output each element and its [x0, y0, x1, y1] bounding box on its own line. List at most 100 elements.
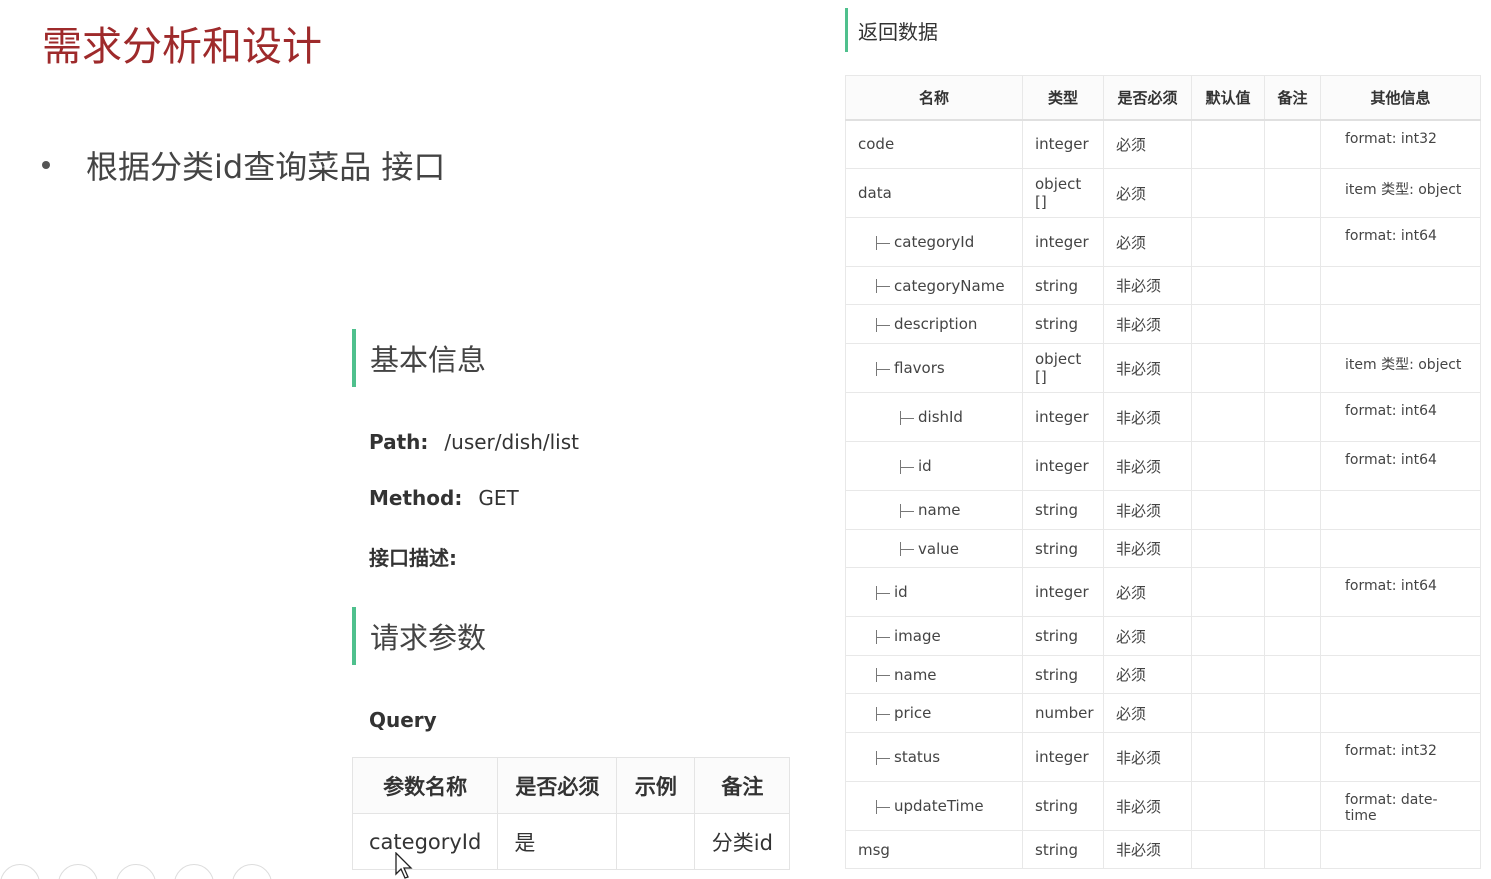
ret-cell-other	[1320, 655, 1481, 694]
ret-required-text: 非必须	[1116, 797, 1162, 816]
ret-cell-note	[1264, 567, 1321, 617]
ret-cell-other	[1320, 529, 1481, 568]
ret-other-text: item 类型: object	[1345, 357, 1462, 373]
ret-cell-default	[1191, 567, 1265, 617]
ret-col-name: 名称	[845, 75, 1023, 121]
ret-other-text: format: int32	[1345, 130, 1437, 147]
tree-branch-icon	[876, 279, 890, 293]
ret-required-text: 必须	[1116, 583, 1147, 602]
ret-other-text: item 类型: object	[1345, 182, 1462, 198]
table-row: categoryId integer 必须 format: int64	[845, 217, 1481, 267]
ret-cell-required: 非必须	[1103, 392, 1192, 442]
ret-cell-other: format: int64	[1320, 217, 1481, 267]
ret-col-default: 默认值	[1191, 75, 1265, 121]
table-row: data object [] 必须 item 类型: object	[845, 168, 1481, 218]
tree-branch-icon	[876, 629, 890, 644]
ret-cell-required: 非必须	[1103, 304, 1192, 344]
table-row: updateTime string 非必须 format: date-time	[845, 781, 1481, 831]
table-row: flavors object [] 非必须 item 类型: object	[845, 343, 1481, 393]
ret-cell-note	[1264, 392, 1321, 442]
ret-cell-name: flavors	[845, 343, 1023, 393]
ret-cell-other	[1320, 830, 1481, 869]
ret-col-type: 类型	[1022, 75, 1104, 121]
ret-cell-other: item 类型: object	[1320, 343, 1481, 393]
param-note: 分类id	[694, 813, 791, 870]
ret-cell-other	[1320, 304, 1481, 344]
ret-cell-type: string	[1022, 830, 1104, 869]
tree-branch-icon	[900, 542, 914, 556]
ret-cell-required: 必须	[1103, 693, 1192, 733]
ret-cell-note	[1264, 168, 1321, 218]
param-col-example: 示例	[616, 757, 696, 814]
ret-cell-type: string	[1022, 616, 1104, 656]
ret-cell-name: msg	[845, 830, 1023, 869]
ret-other-text: format: int64	[1345, 228, 1437, 244]
ret-cell-required: 非必须	[1103, 732, 1192, 782]
table-row: value string 非必须	[845, 529, 1481, 568]
desc-label: 接口描述:	[369, 546, 457, 570]
ret-type-text: number	[1035, 704, 1094, 722]
ret-cell-type: string	[1022, 655, 1104, 694]
path-label: Path:	[369, 430, 429, 454]
ret-cell-other: format: int32	[1320, 732, 1481, 782]
ret-cell-default	[1191, 441, 1265, 491]
ret-required-text: 非必须	[1116, 457, 1162, 476]
ret-type-text: integer	[1035, 233, 1089, 251]
method-value: GET	[478, 486, 519, 510]
ret-cell-required: 必须	[1103, 655, 1192, 694]
ret-cell-required: 非必须	[1103, 529, 1192, 568]
ret-other-text: format: int64	[1345, 452, 1437, 468]
ret-required-text: 必须	[1116, 627, 1147, 646]
method-line: Method: GET	[369, 486, 519, 510]
ret-cell-default	[1191, 168, 1265, 218]
ret-type-text: object []	[1035, 350, 1082, 386]
ret-required-text: 非必须	[1116, 277, 1162, 295]
ret-name-text: id	[894, 583, 908, 601]
ret-cell-other: format: int64	[1320, 441, 1481, 491]
ret-cell-required: 必须	[1103, 217, 1192, 267]
ret-name-text: status	[894, 748, 941, 766]
ret-other-text: format: int32	[1345, 743, 1437, 759]
ret-type-text: object []	[1035, 175, 1082, 211]
ret-cell-required: 非必须	[1103, 490, 1192, 530]
ret-name-text: price	[894, 704, 932, 722]
ret-cell-required: 非必须	[1103, 343, 1192, 393]
ret-required-text: 非必须	[1116, 408, 1162, 427]
bullet-item: 根据分类id查询菜品 接口	[42, 142, 445, 188]
ret-cell-required: 非必须	[1103, 441, 1192, 491]
ret-cell-note	[1264, 119, 1321, 169]
ret-cell-required: 非必须	[1103, 830, 1192, 869]
ret-cell-other: format: int64	[1320, 392, 1481, 442]
ret-name-text: name	[894, 665, 937, 684]
tree-branch-icon	[876, 750, 890, 765]
tree-branch-icon	[876, 317, 890, 332]
ret-required-text: 非必须	[1116, 841, 1162, 859]
ret-required-text: 非必须	[1116, 748, 1162, 767]
param-col-name: 参数名称	[351, 757, 499, 814]
table-row: categoryName string 非必须	[845, 266, 1481, 305]
ret-cell-default	[1191, 217, 1265, 267]
ret-cell-note	[1264, 529, 1321, 568]
ret-cell-default	[1191, 266, 1265, 305]
ret-required-text: 必须	[1116, 135, 1147, 154]
ret-type-text: string	[1035, 315, 1079, 333]
mouse-cursor-icon	[395, 852, 413, 879]
ret-cell-required: 非必须	[1103, 781, 1192, 831]
ret-type-text: string	[1035, 840, 1079, 859]
ret-col-note: 备注	[1264, 75, 1321, 121]
ret-required-text: 非必须	[1116, 315, 1162, 334]
ret-cell-other: format: date-time	[1320, 781, 1481, 831]
section-basic-info: 基本信息	[352, 329, 652, 387]
ret-cell-note	[1264, 655, 1321, 694]
ret-cell-default	[1191, 781, 1265, 831]
ret-cell-note	[1264, 781, 1321, 831]
ret-name-text: msg	[858, 840, 890, 859]
ret-cell-required: 必须	[1103, 168, 1192, 218]
table-row: name string 非必须	[845, 490, 1481, 530]
ret-other-text: format: date-time	[1345, 792, 1438, 824]
ret-cell-name: value	[845, 529, 1023, 568]
bullet-dot-icon	[42, 161, 50, 169]
ret-cell-name: name	[845, 490, 1023, 530]
ret-cell-note	[1264, 304, 1321, 344]
table-row: msg string 非必须	[845, 830, 1481, 869]
